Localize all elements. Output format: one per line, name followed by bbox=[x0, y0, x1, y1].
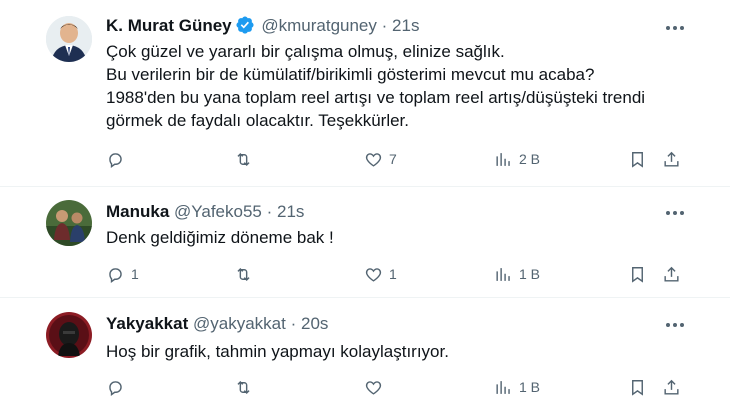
share-button[interactable] bbox=[662, 262, 681, 286]
avatar-image bbox=[46, 312, 92, 358]
action-bar: 7 2 B bbox=[106, 147, 686, 171]
bookmark-button[interactable] bbox=[628, 375, 647, 399]
tweet-text-line: Çok güzel ve yararlı bir çalışma olmuş, … bbox=[106, 42, 505, 61]
view-count: 2 B bbox=[519, 151, 541, 167]
views-button[interactable]: 2 B bbox=[494, 147, 540, 171]
author-handle[interactable]: @kmuratguney bbox=[261, 16, 377, 35]
tweet-text-line: görmek de faydalı olacaktır. Teşekkürler… bbox=[106, 111, 410, 130]
avatar[interactable] bbox=[46, 312, 92, 358]
heart-icon bbox=[365, 152, 382, 167]
share-icon bbox=[664, 266, 679, 282]
share-button[interactable] bbox=[662, 147, 681, 171]
view-count: 1 B bbox=[519, 266, 541, 282]
tweet[interactable]: Yakyakkat @yakyakkat · 20s Hoş bir grafi… bbox=[0, 298, 730, 420]
share-icon bbox=[664, 151, 679, 167]
author-name[interactable]: K. Murat Güney bbox=[106, 16, 232, 35]
reply-button[interactable]: 1 bbox=[106, 262, 139, 286]
reply-icon bbox=[109, 380, 122, 396]
separator-dot: · bbox=[381, 16, 388, 35]
bookmark-button[interactable] bbox=[628, 262, 647, 286]
retweet-icon bbox=[237, 380, 250, 394]
avatar[interactable] bbox=[46, 16, 92, 62]
retweet-button[interactable] bbox=[234, 262, 259, 286]
avatar[interactable] bbox=[46, 200, 92, 246]
tweet[interactable]: Manuka @Yafeko55 · 21s Denk geldiğimiz d… bbox=[0, 187, 730, 297]
bookmark-icon bbox=[632, 266, 643, 283]
avatar-image bbox=[46, 200, 92, 246]
heart-icon bbox=[365, 380, 382, 395]
bookmark-icon bbox=[632, 151, 643, 168]
retweet-button[interactable] bbox=[234, 147, 259, 171]
author-name[interactable]: Manuka bbox=[106, 202, 169, 221]
reply-icon bbox=[109, 267, 122, 283]
like-count: 1 bbox=[389, 266, 397, 282]
verified-badge-icon bbox=[236, 16, 254, 34]
timestamp[interactable]: 20s bbox=[301, 314, 328, 333]
tweet-text: Denk geldiğimiz döneme bak ! bbox=[106, 226, 334, 249]
views-icon bbox=[496, 267, 510, 281]
action-bar: 1 B bbox=[106, 375, 686, 399]
views-icon bbox=[496, 380, 510, 394]
retweet-icon bbox=[237, 152, 250, 166]
tweet-text-line: Hoş bir grafik, tahmin yapmayı kolaylaşt… bbox=[106, 342, 449, 361]
like-button[interactable] bbox=[364, 375, 389, 399]
share-button[interactable] bbox=[662, 375, 681, 399]
more-icon[interactable] bbox=[662, 18, 688, 38]
more-icon[interactable] bbox=[662, 315, 688, 335]
retweet-icon bbox=[237, 267, 250, 281]
tweet-text: Hoş bir grafik, tahmin yapmayı kolaylaşt… bbox=[106, 340, 449, 363]
reply-icon bbox=[109, 152, 122, 168]
like-button[interactable]: 1 bbox=[364, 262, 397, 286]
tweet[interactable]: K. Murat Güney @kmuratguney · 21s Çok gü… bbox=[0, 0, 730, 186]
action-bar: 1 1 1 B bbox=[106, 262, 686, 286]
bookmark-icon bbox=[632, 379, 643, 396]
author-name[interactable]: Yakyakkat bbox=[106, 314, 188, 333]
like-count: 7 bbox=[389, 151, 397, 167]
like-button[interactable]: 7 bbox=[364, 147, 397, 171]
views-button[interactable]: 1 B bbox=[494, 262, 540, 286]
more-icon[interactable] bbox=[662, 203, 688, 223]
share-icon bbox=[664, 379, 679, 395]
tweet-text-line: Bu verilerin bir de kümülatif/birikimli … bbox=[106, 65, 595, 84]
tweet-text-line: Denk geldiğimiz döneme bak ! bbox=[106, 228, 334, 247]
reply-count: 1 bbox=[131, 266, 139, 282]
timestamp[interactable]: 21s bbox=[277, 202, 304, 221]
tweet-text: Çok güzel ve yararlı bir çalışma olmuş, … bbox=[106, 40, 645, 132]
reply-button[interactable] bbox=[106, 147, 131, 171]
view-count: 1 B bbox=[519, 379, 541, 395]
avatar-image bbox=[46, 16, 92, 62]
views-icon bbox=[496, 152, 510, 166]
author-handle[interactable]: @Yafeko55 bbox=[174, 202, 262, 221]
separator-dot: · bbox=[266, 202, 273, 221]
reply-button[interactable] bbox=[106, 375, 131, 399]
retweet-button[interactable] bbox=[234, 375, 259, 399]
author-handle[interactable]: @yakyakkat bbox=[193, 314, 286, 333]
separator-dot: · bbox=[290, 314, 297, 333]
timestamp[interactable]: 21s bbox=[392, 16, 419, 35]
heart-icon bbox=[365, 267, 382, 282]
views-button[interactable]: 1 B bbox=[494, 375, 540, 399]
tweet-text-line: 1988'den bu yana toplam reel artışı ve t… bbox=[106, 88, 646, 107]
bookmark-button[interactable] bbox=[628, 147, 647, 171]
